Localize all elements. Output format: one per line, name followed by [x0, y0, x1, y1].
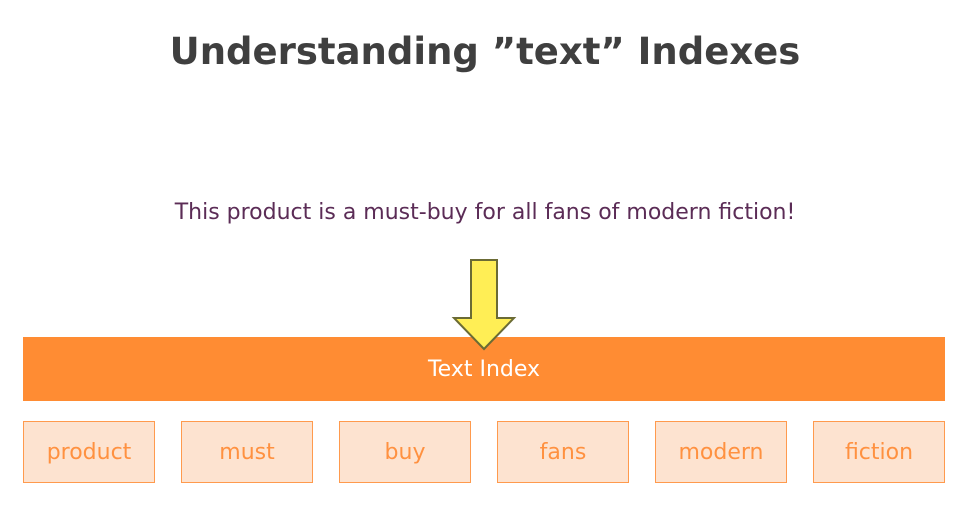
token-modern: modern	[655, 421, 787, 483]
down-arrow-icon	[451, 259, 517, 351]
text-index-label: Text Index	[427, 356, 541, 382]
token-fiction: fiction	[813, 421, 945, 483]
token-buy: buy	[339, 421, 471, 483]
token-product: product	[23, 421, 155, 483]
slide-title: Understanding ”text” Indexes	[169, 30, 801, 73]
token-list: product must buy fans modern fiction	[23, 421, 945, 485]
example-sentence: This product is a must-buy for all fans …	[174, 200, 796, 225]
token-fans: fans	[497, 421, 629, 483]
token-must: must	[181, 421, 313, 483]
